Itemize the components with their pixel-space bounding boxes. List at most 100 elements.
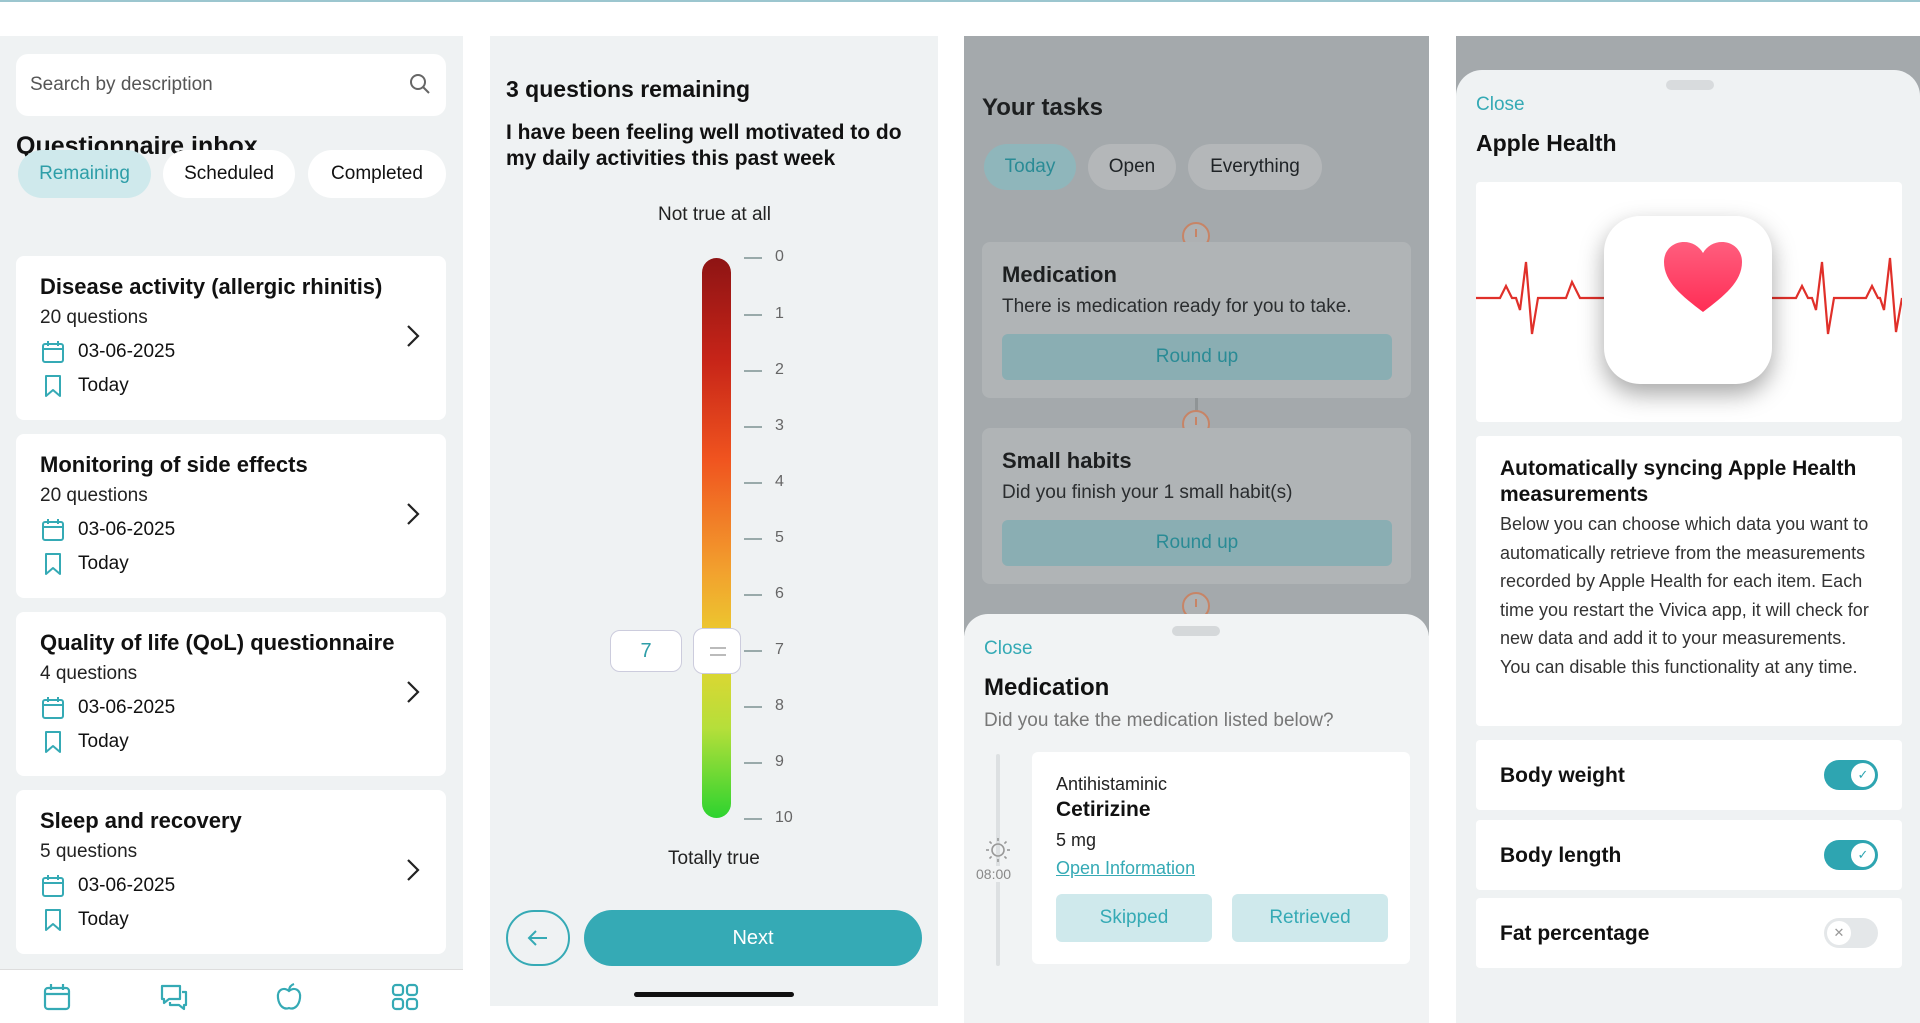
fat-percentage-toggle[interactable]: ✕ (1824, 918, 1878, 948)
toggle-row: Body weight ✓ (1476, 740, 1902, 810)
filter-everything[interactable]: Everything (1188, 144, 1322, 190)
scale-bottom-label: Totally true (668, 848, 760, 869)
date-row: 03-06-2025 (40, 872, 175, 900)
chevron-right-icon (407, 681, 420, 703)
modal-title: Apple Health (1476, 130, 1617, 156)
bookmark-icon (45, 553, 61, 575)
questionnaire-card[interactable]: Quality of life (QoL) questionnaire 4 qu… (16, 612, 446, 776)
dose-time: 08:00 (976, 866, 1012, 882)
scale-number: 9 (775, 753, 784, 770)
retrieved-button[interactable]: Retrieved (1232, 894, 1388, 942)
questionnaire-inbox-screen: Search by description Questionnaire inbo… (0, 36, 463, 1023)
bookmark-icon (45, 731, 61, 753)
sheet-subtitle: Did you take the medication listed below… (984, 710, 1334, 731)
scale-top-label: Not true at all (658, 204, 771, 225)
close-link[interactable]: Close (1476, 94, 1525, 116)
sheet-grabber[interactable] (1172, 626, 1220, 636)
calendar-icon[interactable] (42, 982, 72, 1012)
sync-heading: Automatically syncing Apple Health measu… (1500, 457, 1857, 506)
bookmark-icon (45, 909, 61, 931)
x-icon: ✕ (1827, 921, 1851, 945)
search-input[interactable]: Search by description (16, 54, 446, 116)
questionnaire-due: Today (78, 553, 129, 574)
questionnaire-date: 03-06-2025 (78, 519, 176, 540)
apple-health-screen: Close Apple Health Automatically syncing… (1456, 36, 1920, 1023)
arrow-left-icon (527, 930, 547, 946)
scale-number: 5 (775, 529, 784, 546)
round-up-button[interactable]: Round up (1002, 520, 1392, 566)
questionnaire-due: Today (78, 909, 129, 930)
apple-health-modal: Close Apple Health Automatically syncing… (1456, 70, 1920, 1023)
questionnaire-card[interactable]: Disease activity (allergic rhinitis) 20 … (16, 256, 446, 420)
due-row: Today (40, 906, 129, 934)
sync-description: Below you can choose which data you want… (1500, 514, 1869, 677)
back-button[interactable] (506, 910, 570, 966)
toggle-label: Body length (1500, 844, 1622, 867)
bookmark-icon (45, 375, 61, 397)
slider-handle[interactable] (693, 628, 741, 674)
questionnaire-date: 03-06-2025 (78, 875, 176, 896)
filter-completed[interactable]: Completed (308, 150, 446, 198)
filter-remaining[interactable]: Remaining (18, 150, 151, 198)
scale-tick (744, 818, 762, 820)
chevron-right-icon (407, 325, 420, 347)
calendar-icon (42, 697, 64, 719)
scale-number: 2 (775, 361, 784, 378)
sync-info-card: Automatically syncing Apple Health measu… (1476, 436, 1902, 726)
medication-name: Cetirizine (1056, 798, 1151, 821)
question-count: 5 questions (40, 841, 138, 862)
chat-icon[interactable] (158, 982, 190, 1012)
sheet-title: Medication (984, 674, 1110, 701)
search-icon (410, 74, 430, 94)
medication-card: Antihistaminic Cetirizine 5 mg Open Info… (1032, 752, 1410, 964)
apple-health-illustration (1476, 182, 1902, 422)
scale-tick (744, 257, 762, 259)
questionnaire-title: Sleep and recovery (40, 808, 242, 833)
selected-value-badge: 7 (610, 630, 682, 672)
chevron-right-icon (407, 859, 420, 881)
scale-number: 3 (775, 417, 784, 434)
next-button[interactable]: Next (584, 910, 922, 966)
questionnaire-card[interactable]: Sleep and recovery 5 questions 03-06-202… (16, 790, 446, 954)
questionnaire-card[interactable]: Monitoring of side effects 20 questions … (16, 434, 446, 598)
search-placeholder: Search by description (30, 74, 213, 95)
date-row: 03-06-2025 (40, 694, 175, 722)
scale-number: 4 (775, 473, 784, 490)
apple-icon[interactable] (274, 982, 304, 1012)
body-weight-toggle[interactable]: ✓ (1824, 760, 1878, 790)
scale-number: 1 (775, 305, 784, 322)
grid-icon[interactable] (390, 982, 420, 1012)
bottom-tab-bar (0, 969, 463, 1023)
tasks-screen: Your tasks Today Open Everything Medicat… (964, 36, 1429, 1023)
home-indicator (634, 992, 794, 997)
body-length-toggle[interactable]: ✓ (1824, 840, 1878, 870)
scale-number: 7 (775, 641, 784, 658)
check-icon: ✓ (1851, 843, 1875, 867)
date-row: 03-06-2025 (40, 516, 175, 544)
medication-sheet: Close Medication Did you take the medica… (964, 614, 1429, 1023)
rating-slider-track[interactable] (702, 258, 731, 818)
check-icon: ✓ (1851, 763, 1875, 787)
scale-tick (744, 762, 762, 764)
date-row: 03-06-2025 (40, 338, 175, 366)
filter-scheduled[interactable]: Scheduled (163, 150, 295, 198)
scale-tick (744, 314, 762, 316)
task-title: Medication (1002, 262, 1117, 287)
skipped-button[interactable]: Skipped (1056, 894, 1212, 942)
scale-tick (744, 426, 762, 428)
scale-tick (744, 370, 762, 372)
questionnaire-due: Today (78, 375, 129, 396)
filter-open[interactable]: Open (1088, 144, 1176, 190)
tasks-title: Your tasks (982, 94, 1103, 121)
scale-number: 8 (775, 697, 784, 714)
close-link[interactable]: Close (984, 638, 1033, 660)
question-count: 20 questions (40, 485, 148, 506)
questionnaire-title: Monitoring of side effects (40, 452, 308, 477)
round-up-button[interactable]: Round up (1002, 334, 1392, 380)
sun-icon (986, 838, 1010, 862)
open-information-link[interactable]: Open Information (1056, 858, 1195, 879)
sheet-grabber[interactable] (1666, 80, 1714, 90)
scale-tick (744, 538, 762, 540)
filter-today[interactable]: Today (984, 144, 1076, 190)
task-title: Small habits (1002, 448, 1132, 473)
